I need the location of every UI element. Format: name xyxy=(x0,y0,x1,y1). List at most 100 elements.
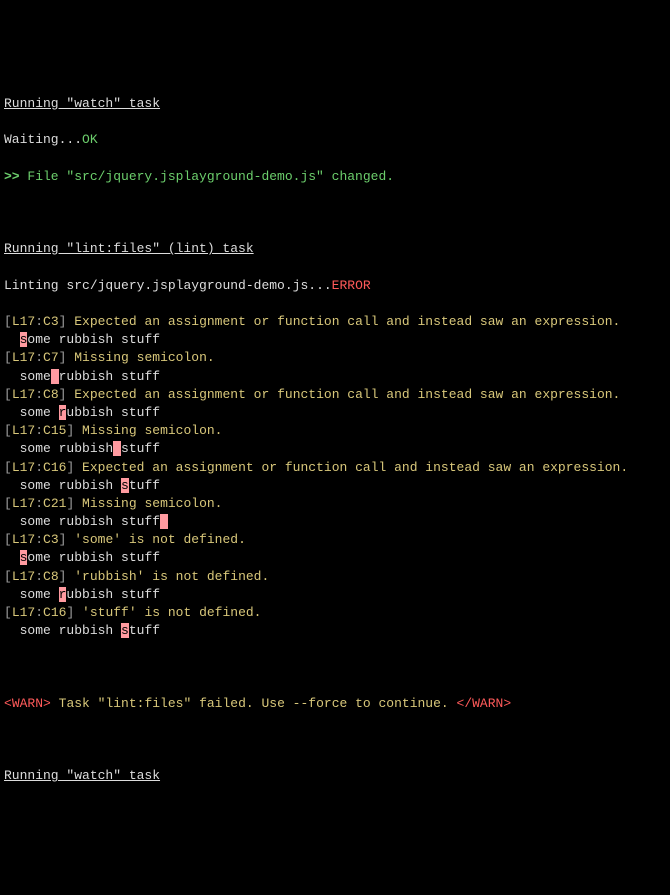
blank-line xyxy=(4,659,666,677)
warn-tag2: WARN xyxy=(472,696,503,711)
ctx-post: ubbish stuff xyxy=(66,405,160,420)
blank-line xyxy=(4,204,666,222)
loc-colon: : xyxy=(35,569,43,584)
ctx-pre: some rubbish xyxy=(4,623,121,638)
ctx-pre: some xyxy=(4,369,51,384)
lint-error: [L17:C3] 'some' is not defined. xyxy=(4,531,666,549)
error-context: some rubbish stuff xyxy=(4,549,666,567)
file-changed-prefix: >> xyxy=(4,169,27,184)
loc-col: C16 xyxy=(43,605,66,620)
linting-prefix: Linting xyxy=(4,278,66,293)
loc-col: C8 xyxy=(43,569,59,584)
error-msg: Missing semicolon. xyxy=(66,350,214,365)
ctx-caret: s xyxy=(20,550,28,565)
linting-file: src/jquery.jsplayground-demo.js xyxy=(66,278,308,293)
loc-colon: : xyxy=(35,460,43,475)
error-context: some rubbish stuff xyxy=(4,513,666,531)
error-context: some rubbish stuff xyxy=(4,477,666,495)
loc-line: L17 xyxy=(12,532,35,547)
watch-task-footer: Running "watch" task xyxy=(4,768,160,783)
loc-line: L17 xyxy=(12,569,35,584)
lint-error: [L17:C7] Missing semicolon. xyxy=(4,349,666,367)
loc-col: C21 xyxy=(43,496,66,511)
warn-tag: WARN xyxy=(12,696,43,711)
lint-task-header: Running "lint:files" (lint) task xyxy=(4,241,254,256)
lint-error: [L17:C8] Expected an assignment or funct… xyxy=(4,386,666,404)
loc-col: C8 xyxy=(43,387,59,402)
error-msg: 'stuff' is not defined. xyxy=(74,605,261,620)
loc-line: L17 xyxy=(12,460,35,475)
error-context: some rubbish stuff xyxy=(4,440,666,458)
waiting-text: Waiting... xyxy=(4,132,82,147)
error-msg: 'rubbish' is not defined. xyxy=(66,569,269,584)
error-msg: Expected an assignment or function call … xyxy=(66,314,620,329)
loc-bracket: [ xyxy=(4,460,12,475)
watch-task-header: Running "watch" task xyxy=(4,96,160,111)
loc-bracket: [ xyxy=(4,532,12,547)
loc-bracket: [ xyxy=(4,423,12,438)
loc-line: L17 xyxy=(12,423,35,438)
error-msg: Expected an assignment or function call … xyxy=(66,387,620,402)
loc-bracket: [ xyxy=(4,605,12,620)
loc-col: C3 xyxy=(43,532,59,547)
ctx-post: stuff xyxy=(121,441,160,456)
loc-bracket: [ xyxy=(4,496,12,511)
lint-error: [L17:C21] Missing semicolon. xyxy=(4,495,666,513)
loc-bracket: ] xyxy=(59,532,67,547)
warn-open: < xyxy=(4,696,12,711)
loc-line: L17 xyxy=(12,605,35,620)
ctx-caret: r xyxy=(59,587,67,602)
ctx-post: tuff xyxy=(129,623,160,638)
loc-colon: : xyxy=(35,532,43,547)
loc-colon: : xyxy=(35,314,43,329)
error-label: ERROR xyxy=(332,278,371,293)
blank-line xyxy=(4,731,666,749)
error-context: some rubbish stuff xyxy=(4,404,666,422)
error-msg: Missing semicolon. xyxy=(74,423,222,438)
warn-msg: Task "lint:files" failed. Use --force to… xyxy=(51,696,457,711)
loc-colon: : xyxy=(35,605,43,620)
loc-colon: : xyxy=(35,350,43,365)
ok-text: OK xyxy=(82,132,98,147)
loc-line: L17 xyxy=(12,496,35,511)
loc-bracket: [ xyxy=(4,569,12,584)
warn-close2: > xyxy=(503,696,511,711)
error-context: some rubbish stuff xyxy=(4,368,666,386)
error-msg: 'some' is not defined. xyxy=(66,532,245,547)
loc-line: L17 xyxy=(12,350,35,365)
loc-col: C7 xyxy=(43,350,59,365)
ctx-pre xyxy=(4,332,20,347)
loc-line: L17 xyxy=(12,314,35,329)
ctx-caret: s xyxy=(121,623,129,638)
loc-col: C16 xyxy=(43,460,66,475)
lint-error: [L17:C15] Missing semicolon. xyxy=(4,422,666,440)
loc-bracket: [ xyxy=(4,350,12,365)
ctx-pre: some xyxy=(4,587,59,602)
ctx-post: ome rubbish stuff xyxy=(27,550,160,565)
warn-open2: </ xyxy=(457,696,473,711)
lint-error: [L17:C16] Expected an assignment or func… xyxy=(4,459,666,477)
loc-col: C15 xyxy=(43,423,66,438)
ctx-pre: some xyxy=(4,405,59,420)
linting-suffix: ... xyxy=(308,278,331,293)
ctx-pre: some rubbish xyxy=(4,441,113,456)
ctx-pre: some rubbish xyxy=(4,478,121,493)
loc-col: C3 xyxy=(43,314,59,329)
terminal-output: Running "watch" task Waiting...OK >> Fil… xyxy=(4,77,666,804)
file-changed-text: File "src/jquery.jsplayground-demo.js" c… xyxy=(27,169,394,184)
error-context: some rubbish stuff xyxy=(4,622,666,640)
ctx-caret: s xyxy=(121,478,129,493)
ctx-post: rubbish stuff xyxy=(59,369,160,384)
warn-close: > xyxy=(43,696,51,711)
ctx-caret xyxy=(51,369,59,384)
ctx-pre xyxy=(4,550,20,565)
loc-colon: : xyxy=(35,423,43,438)
loc-line: L17 xyxy=(12,387,35,402)
loc-colon: : xyxy=(35,496,43,511)
lint-error: [L17:C8] 'rubbish' is not defined. xyxy=(4,568,666,586)
ctx-post: ome rubbish stuff xyxy=(27,332,160,347)
loc-bracket: ] xyxy=(59,569,67,584)
lint-error: [L17:C3] Expected an assignment or funct… xyxy=(4,313,666,331)
ctx-caret xyxy=(113,441,121,456)
error-msg: Missing semicolon. xyxy=(74,496,222,511)
